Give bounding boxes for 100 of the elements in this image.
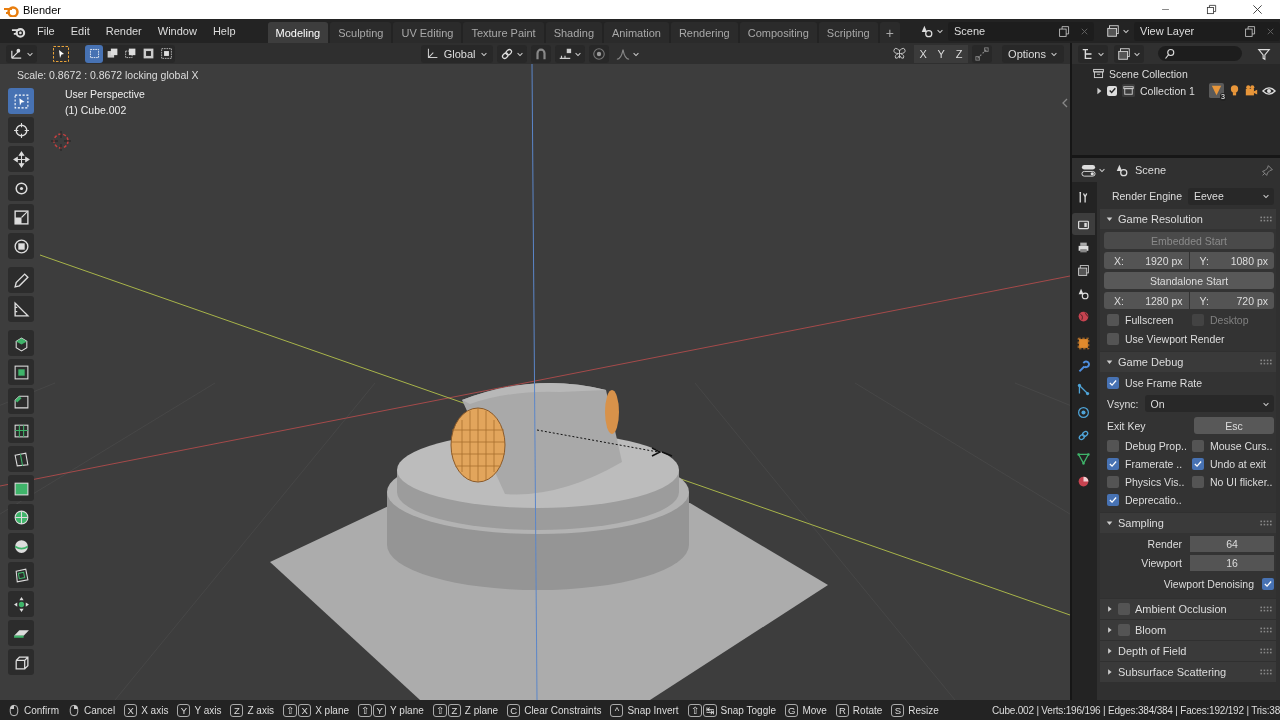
editor-type-button[interactable]: [6, 44, 37, 63]
copy-icon: [1243, 24, 1257, 38]
panel-title[interactable]: Bloom: [1135, 624, 1167, 636]
pivot-button[interactable]: [497, 44, 528, 63]
axis-toggle[interactable]: Z: [950, 44, 969, 63]
hint-label: Resize: [908, 704, 939, 716]
check-icon: [1193, 459, 1203, 469]
snap-button[interactable]: [531, 44, 552, 63]
snap-target-button[interactable]: [555, 44, 586, 63]
tool-button[interactable]: [8, 359, 34, 385]
display-mode-button[interactable]: [1078, 44, 1108, 63]
view-layer-name-field[interactable]: View Layer: [1134, 21, 1240, 41]
options-dropdown[interactable]: Options: [1002, 44, 1064, 63]
tool-button[interactable]: [8, 649, 34, 675]
tool-button[interactable]: [8, 175, 34, 201]
resolution-x-field[interactable]: X: 1280 px: [1104, 292, 1189, 309]
workspace-tab[interactable]: Animation: [604, 22, 669, 43]
gizmo-button[interactable]: [972, 44, 993, 63]
panel-title[interactable]: Game Resolution: [1118, 213, 1203, 225]
resolution-y-field[interactable]: Y: 1080 px: [1189, 252, 1274, 269]
tool-button[interactable]: [8, 330, 34, 356]
check-icon: [1263, 579, 1273, 589]
menu-item[interactable]: Edit: [62, 21, 98, 41]
number-field[interactable]: 64: [1190, 536, 1274, 552]
outliner-item[interactable]: Scene Collection: [1109, 67, 1188, 80]
tool-button[interactable]: [8, 267, 34, 293]
render-engine-label: Render Engine: [1110, 190, 1182, 202]
check-icon: [1108, 459, 1118, 469]
render-engine-dropdown[interactable]: Eevee: [1188, 187, 1274, 205]
checkbox[interactable]: [1107, 377, 1119, 389]
checkbox[interactable]: [1107, 440, 1119, 452]
resolution-y-field[interactable]: Y: 720 px: [1189, 292, 1274, 309]
resolution-x-field[interactable]: X: 1920 px: [1104, 252, 1189, 269]
workspace-tab[interactable]: Rendering: [670, 22, 738, 43]
key-cap: ⇧: [687, 703, 702, 717]
axis-toggle[interactable]: Y: [932, 44, 951, 63]
menu-item[interactable]: Help: [204, 21, 244, 41]
properties-tab[interactable]: [1072, 213, 1095, 235]
key-field[interactable]: Esc: [1194, 417, 1274, 434]
key-cap: Y: [373, 703, 387, 717]
outliner-item[interactable]: Collection 1: [1140, 84, 1195, 97]
checkbox[interactable]: [1192, 440, 1204, 452]
tool-button[interactable]: [8, 533, 34, 559]
workspace-tab[interactable]: Texture Paint: [463, 22, 544, 43]
tool-button[interactable]: [8, 233, 34, 259]
scene-name-field[interactable]: Scene: [948, 21, 1054, 41]
select-mode-button[interactable]: [85, 44, 103, 63]
menu-item[interactable]: Window: [149, 21, 205, 41]
key-cap: ^: [610, 703, 624, 717]
tool-button[interactable]: [8, 417, 34, 443]
view-layer-button[interactable]: [1114, 44, 1144, 63]
panel-checkbox[interactable]: [1118, 603, 1130, 615]
checkbox[interactable]: [1262, 578, 1274, 590]
hint-label: Snap Toggle: [720, 704, 776, 716]
collection-checkbox[interactable]: [1107, 85, 1117, 96]
orientation-dropdown[interactable]: Global: [420, 44, 494, 63]
search-field[interactable]: [1158, 46, 1242, 61]
checkbox[interactable]: [1192, 458, 1204, 470]
panel-title[interactable]: Game Debug: [1118, 356, 1184, 368]
tool-button[interactable]: [8, 117, 34, 143]
tool-button[interactable]: [8, 620, 34, 646]
checkbox[interactable]: [1192, 476, 1204, 488]
number-field[interactable]: 16: [1190, 555, 1274, 571]
tool-button[interactable]: [8, 504, 34, 530]
copy-icon: [1057, 24, 1071, 38]
key-cap: ↹: [702, 703, 717, 717]
checkbox[interactable]: [1107, 494, 1119, 506]
panel-title[interactable]: Sampling: [1118, 517, 1164, 529]
checkbox[interactable]: [1107, 314, 1119, 326]
panel-checkbox[interactable]: [1118, 624, 1130, 636]
axes-icon: [9, 46, 24, 61]
checkbox[interactable]: [1107, 458, 1119, 470]
workspace-tab[interactable]: Compositing: [739, 22, 817, 43]
key-cap: ⇧: [358, 703, 373, 717]
tool-button[interactable]: [8, 296, 34, 322]
tool-button[interactable]: [8, 204, 34, 230]
workspace-tab[interactable]: Sculpting: [330, 22, 392, 43]
workspace-tab[interactable]: Scripting: [818, 22, 878, 43]
tool-icon: [1077, 190, 1090, 204]
axis-toggle[interactable]: X: [914, 44, 933, 63]
checkbox[interactable]: [1107, 476, 1119, 488]
hint-label: Y axis: [194, 704, 222, 716]
proportional-edit-button[interactable]: [589, 44, 610, 63]
action-button[interactable]: Standalone Start: [1104, 272, 1274, 289]
tool-button[interactable]: [8, 146, 34, 172]
checkbox[interactable]: [1107, 333, 1119, 345]
vsync-dropdown[interactable]: On: [1144, 395, 1274, 412]
tool-button[interactable]: [8, 562, 34, 588]
tool-button[interactable]: [8, 446, 34, 472]
tool-button[interactable]: [8, 475, 34, 501]
tool-button[interactable]: [8, 388, 34, 414]
add-workspace-tab[interactable]: +: [879, 22, 900, 43]
restore-icon: [1205, 4, 1217, 15]
menu-item[interactable]: File: [29, 21, 63, 41]
checkbox-label: Physics Vis..: [1125, 476, 1185, 488]
workspace-tab[interactable]: UV Editing: [393, 22, 462, 43]
workspace-tab[interactable]: Shading: [545, 22, 602, 43]
workspace-tab[interactable]: Modeling: [267, 22, 329, 43]
tool-button[interactable]: [8, 591, 34, 617]
menu-item[interactable]: Render: [97, 21, 150, 41]
